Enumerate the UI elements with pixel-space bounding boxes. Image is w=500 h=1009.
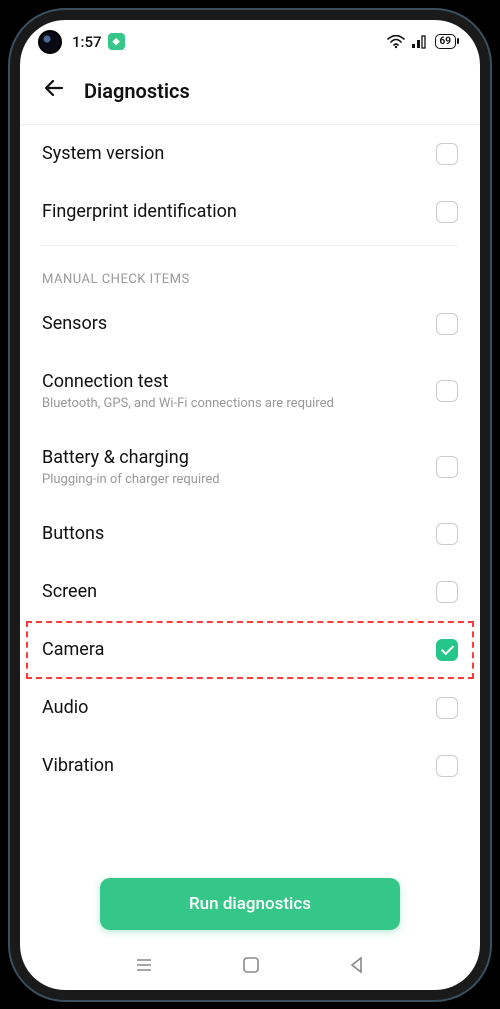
list-item-body: Audio	[42, 697, 424, 718]
battery-icon: 69	[435, 34, 456, 49]
list-item-label: System version	[42, 143, 424, 164]
section-header: MANUAL CHECK ITEMS	[20, 250, 480, 295]
status-bar: 1:57 ◆ 69	[20, 20, 480, 60]
checkbox[interactable]	[436, 380, 458, 402]
signal-icon	[411, 35, 429, 49]
list-item-body: Sensors	[42, 313, 424, 334]
manual-item-row[interactable]: Sensors	[20, 295, 480, 353]
run-diagnostics-button[interactable]: Run diagnostics	[100, 878, 400, 930]
status-app-icon: ◆	[108, 33, 125, 50]
list-item-subtext: Bluetooth, GPS, and Wi-Fi connections ar…	[42, 396, 424, 411]
manual-item-row[interactable]: Battery & charging Plugging-in of charger…	[20, 429, 480, 505]
auto-item-row[interactable]: Fingerprint identification	[20, 183, 480, 241]
list-item-label: Fingerprint identification	[42, 201, 424, 222]
list-item-subtext: Plugging-in of charger required	[42, 472, 424, 487]
list-item-label: Audio	[42, 697, 424, 718]
list-item-label: Sensors	[42, 313, 424, 334]
divider	[42, 245, 458, 246]
phone-frame: 1:57 ◆ 69 Diagnostics System version Fing…	[10, 10, 490, 1000]
manual-item-row[interactable]: Audio	[20, 679, 480, 737]
content[interactable]: System version Fingerprint identification…	[20, 125, 480, 935]
checkbox[interactable]	[436, 313, 458, 335]
nav-home-icon[interactable]	[241, 955, 261, 975]
list-item-body: Screen	[42, 581, 424, 602]
list-item-body: Connection test Bluetooth, GPS, and Wi-Fi…	[42, 371, 424, 411]
list-item-body: Vibration	[42, 755, 424, 776]
checkbox[interactable]	[436, 581, 458, 603]
checkbox[interactable]	[436, 456, 458, 478]
auto-item-row[interactable]: System version	[20, 125, 480, 183]
list-item-label: Battery & charging	[42, 447, 424, 468]
nav-recent-icon[interactable]	[133, 954, 155, 976]
manual-item-row[interactable]: Screen	[20, 563, 480, 621]
list-item-body: Camera	[42, 639, 424, 660]
list-item-body: Battery & charging Plugging-in of charger…	[42, 447, 424, 487]
auto-check-list: System version Fingerprint identification	[20, 125, 480, 241]
list-item-label: Screen	[42, 581, 424, 602]
nav-back-icon[interactable]	[347, 955, 367, 975]
list-item-label: Buttons	[42, 523, 424, 544]
header: Diagnostics	[20, 60, 480, 125]
page-title: Diagnostics	[84, 79, 190, 103]
checkbox[interactable]	[436, 639, 458, 661]
status-left: 1:57 ◆	[38, 30, 125, 54]
manual-item-row[interactable]: Camera	[20, 621, 480, 679]
list-item-body: System version	[42, 143, 424, 164]
list-item-label: Vibration	[42, 755, 424, 776]
status-right: 69	[387, 34, 456, 49]
manual-item-row[interactable]: Connection test Bluetooth, GPS, and Wi-Fi…	[20, 353, 480, 429]
front-camera-hole	[38, 30, 62, 54]
list-item-body: Buttons	[42, 523, 424, 544]
checkbox[interactable]	[436, 143, 458, 165]
wifi-icon	[387, 35, 405, 49]
nav-bar	[20, 954, 480, 976]
checkbox[interactable]	[436, 201, 458, 223]
status-time: 1:57	[72, 33, 102, 51]
checkbox[interactable]	[436, 523, 458, 545]
manual-check-list: Sensors Connection test Bluetooth, GPS, an…	[20, 295, 480, 795]
manual-item-row[interactable]: Buttons	[20, 505, 480, 563]
back-icon[interactable]	[42, 76, 66, 106]
checkbox[interactable]	[436, 697, 458, 719]
checkbox[interactable]	[436, 755, 458, 777]
manual-item-row[interactable]: Vibration	[20, 737, 480, 795]
list-item-label: Connection test	[42, 371, 424, 392]
list-item-body: Fingerprint identification	[42, 201, 424, 222]
screen: 1:57 ◆ 69 Diagnostics System version Fing…	[20, 20, 480, 990]
list-item-label: Camera	[42, 639, 424, 660]
